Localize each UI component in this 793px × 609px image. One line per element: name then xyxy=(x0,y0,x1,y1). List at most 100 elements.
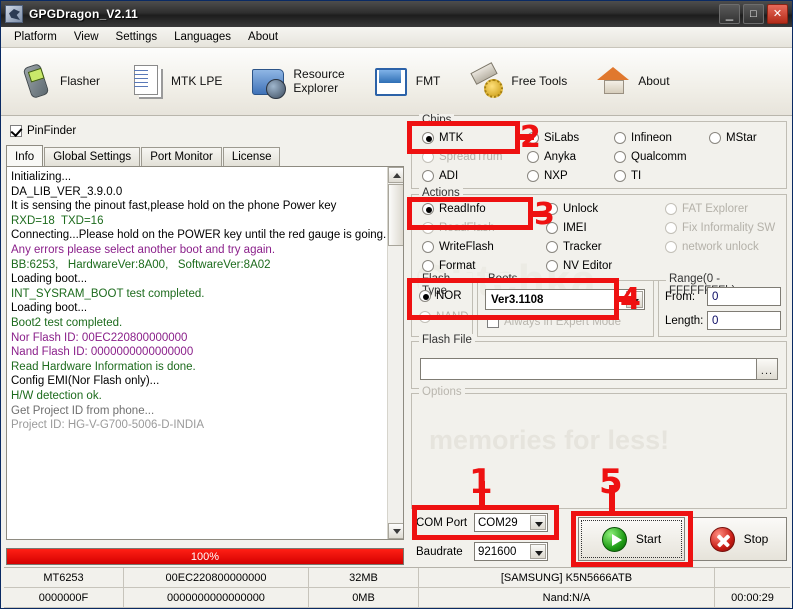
toolbar-button-fmt[interactable]: FMT xyxy=(375,65,441,99)
status-flash-vendor: [SAMSUNG] K5N5666ATB xyxy=(419,568,715,588)
menu-item-view[interactable]: View xyxy=(67,29,106,45)
action-label-fix-informality-sw: Fix Informality SW xyxy=(682,222,775,234)
annotation-box-4 xyxy=(407,278,619,320)
range-length-input[interactable]: 0 xyxy=(707,311,781,330)
tab-global-settings[interactable]: Global Settings xyxy=(44,147,140,166)
menu-item-settings[interactable]: Settings xyxy=(109,29,165,45)
toolbar-button-about[interactable]: About xyxy=(597,65,669,99)
phone-icon xyxy=(19,65,53,99)
scrollbar-thumb[interactable] xyxy=(388,184,404,246)
chip-radio-adi[interactable]: ADI xyxy=(422,170,458,182)
log-line-13: Read Hardware Information is done. xyxy=(11,360,385,375)
toolbar-button-mtk-lpe[interactable]: MTK LPE xyxy=(130,65,222,99)
action-radio-writeflash[interactable]: WriteFlash xyxy=(422,241,494,253)
menu-item-about[interactable]: About xyxy=(241,29,285,45)
chip-label-nxp: NXP xyxy=(544,170,568,182)
menu-item-platform[interactable]: Platform xyxy=(7,29,64,45)
log-line-9: Loading boot... xyxy=(11,301,385,316)
status-nor-size: 32MB xyxy=(309,568,419,588)
chip-label-ti: TI xyxy=(631,170,641,182)
application-window: GPGDragon_V2.11 _ □ ✕ Platform View Sett… xyxy=(0,0,793,609)
title-bar: GPGDragon_V2.11 _ □ ✕ xyxy=(1,1,792,27)
monitor-icon xyxy=(375,65,409,99)
log-line-16: Get Project ID from phone... xyxy=(11,404,385,419)
range-from-input[interactable]: 0 xyxy=(707,287,781,306)
minimize-icon: _ xyxy=(720,5,739,23)
toolbar-label-about: About xyxy=(638,75,669,88)
close-icon: ✕ xyxy=(768,5,787,23)
tab-info[interactable]: Info xyxy=(6,145,43,166)
log-line-15: H/W detection ok. xyxy=(11,389,385,404)
baudrate-select[interactable]: 921600 xyxy=(474,542,548,561)
toolbar-button-resource-explorer[interactable]: Resource Explorer xyxy=(252,65,344,99)
maximize-button[interactable]: □ xyxy=(743,4,764,24)
toolbar-button-flasher[interactable]: Flasher xyxy=(19,65,100,99)
action-radio-nv-editor[interactable]: NV Editor xyxy=(546,260,612,272)
action-radio-fix-informality-sw[interactable]: Fix Informality SW xyxy=(665,222,775,234)
annotation-box-1 xyxy=(412,505,559,540)
toolbar-label-fmt: FMT xyxy=(416,75,441,88)
chip-label-silabs: SiLabs xyxy=(544,132,579,144)
flash-file-input[interactable] xyxy=(420,358,760,380)
pinfinder-checkbox[interactable]: PinFinder xyxy=(4,120,404,142)
status-elapsed-time: 00:00:29 xyxy=(715,588,790,608)
status-nand-flash-id: 0000000000000000 xyxy=(124,588,309,608)
log-line-5: Any errors please select another boot an… xyxy=(11,243,385,258)
action-radio-fat-explorer[interactable]: FAT Explorer xyxy=(665,203,748,215)
radio-dot-icon xyxy=(614,170,626,182)
home-icon xyxy=(597,65,631,99)
left-tab-strip: Info Global Settings Port Monitor Licens… xyxy=(6,146,404,166)
chip-radio-ti[interactable]: TI xyxy=(614,170,641,182)
radio-dot-icon xyxy=(665,241,677,253)
main-toolbar: Flasher MTK LPE Resource Explorer FMT Fr… xyxy=(1,48,792,116)
pinfinder-checkbox-box[interactable] xyxy=(10,125,22,137)
log-line-7: Loading boot... xyxy=(11,272,385,287)
scroll-up-icon[interactable] xyxy=(388,167,404,183)
range-length-value: 0 xyxy=(712,315,718,327)
radio-dot-icon xyxy=(422,241,434,253)
chip-radio-infineon[interactable]: Infineon xyxy=(614,132,672,144)
action-radio-network-unlock[interactable]: network unlock xyxy=(665,241,759,253)
chip-radio-nxp[interactable]: NXP xyxy=(527,170,568,182)
chip-radio-qualcomm[interactable]: Qualcomm xyxy=(614,151,687,163)
chevron-down-icon[interactable] xyxy=(530,544,546,559)
radio-dot-icon xyxy=(665,222,677,234)
radio-dot-icon xyxy=(546,241,558,253)
tab-license[interactable]: License xyxy=(223,147,281,166)
log-line-4: Connecting...Please hold on the POWER ke… xyxy=(11,228,385,243)
range-length-label: Length: xyxy=(665,315,703,327)
action-label-fat-explorer: FAT Explorer xyxy=(682,203,748,215)
action-label-format: Format xyxy=(439,260,475,272)
status-hw-code: 0000000F xyxy=(4,588,124,608)
stop-button[interactable]: Stop xyxy=(691,517,787,561)
annotation-box-2 xyxy=(407,121,520,154)
log-scrollbar[interactable] xyxy=(387,167,403,539)
scroll-down-icon[interactable] xyxy=(388,523,404,539)
close-button[interactable]: ✕ xyxy=(767,4,788,24)
toolbar-button-free-tools[interactable]: Free Tools xyxy=(470,65,567,99)
annotation-box-3 xyxy=(407,197,533,230)
chip-radio-mstar[interactable]: MStar xyxy=(709,132,757,144)
chip-label-adi: ADI xyxy=(439,170,458,182)
tab-port-monitor[interactable]: Port Monitor xyxy=(141,147,222,166)
menu-item-languages[interactable]: Languages xyxy=(167,29,238,45)
log-line-2: It is sensing the pinout fast,please hol… xyxy=(11,199,385,214)
status-nor-flash-id: 00EC220800000000 xyxy=(124,568,309,588)
action-radio-format[interactable]: Format xyxy=(422,260,475,272)
log-line-14: Config EMI(Nor Flash only)... xyxy=(11,374,385,389)
status-nand-info: Nand:N/A xyxy=(419,588,715,608)
radio-dot-icon xyxy=(665,203,677,215)
minimize-button[interactable]: _ xyxy=(719,4,740,24)
log-line-17: Project ID: HG-V-G700-5006-D-INDIA xyxy=(11,418,385,433)
stop-icon xyxy=(710,527,735,552)
radio-dot-icon xyxy=(614,132,626,144)
baudrate-value: 921600 xyxy=(478,546,516,558)
action-radio-tracker[interactable]: Tracker xyxy=(546,241,602,253)
window-controls: _ □ ✕ xyxy=(719,4,788,24)
chip-label-anyka: Anyka xyxy=(544,151,576,163)
flash-file-browse-button[interactable]: ... xyxy=(756,358,778,380)
status-extra-1 xyxy=(715,568,790,588)
menu-bar: Platform View Settings Languages About xyxy=(1,27,792,48)
radio-dot-icon xyxy=(709,132,721,144)
radio-dot-icon xyxy=(422,260,434,272)
